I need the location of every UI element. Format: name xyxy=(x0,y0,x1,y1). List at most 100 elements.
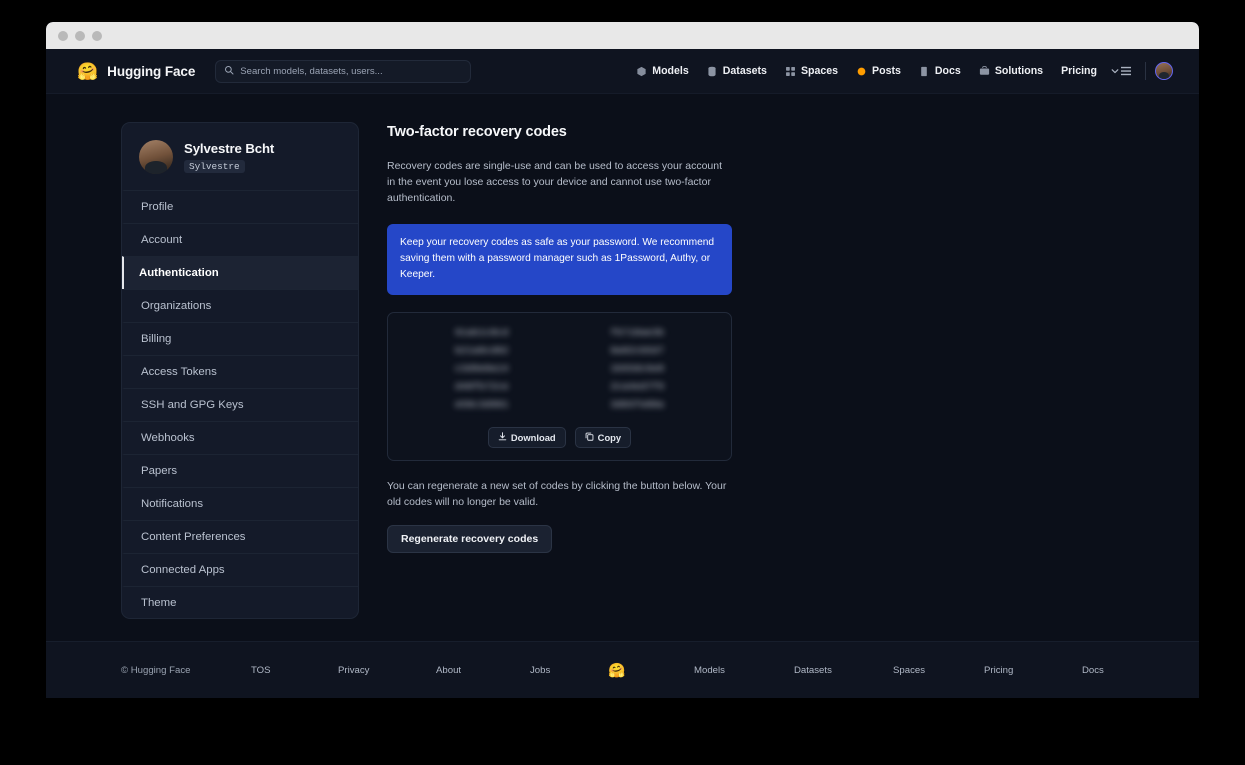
site-header: 🤗 Hugging Face M xyxy=(46,49,1199,94)
sidebar-label-organizations: Organizations xyxy=(141,300,211,312)
nav-label-models: Models xyxy=(652,65,689,77)
nav-label-solutions: Solutions xyxy=(995,65,1043,77)
nav-item-datasets[interactable]: Datasets xyxy=(698,61,776,81)
sidebar-item-organizations[interactable]: Organizations xyxy=(122,289,358,322)
sidebar-label-access-tokens: Access Tokens xyxy=(141,366,217,378)
nav-item-posts[interactable]: Posts xyxy=(847,61,910,81)
footer-link-jobs[interactable]: Jobs xyxy=(530,665,608,676)
user-avatar-button[interactable] xyxy=(1155,62,1173,80)
sidebar-item-authentication[interactable]: Authentication xyxy=(122,256,358,289)
sidebar-item-billing[interactable]: Billing xyxy=(122,322,358,355)
briefcase-icon xyxy=(979,66,990,77)
nav-label-spaces: Spaces xyxy=(801,65,838,77)
sidebar-label-notifications: Notifications xyxy=(141,498,203,510)
hugging-face-logo-icon[interactable]: 🤗 xyxy=(608,662,694,679)
recovery-codes-column-left: 91ab1c8cd b21a0cd82 c3d9e0a14 d40fb72ce … xyxy=(455,327,509,410)
sidebar-item-theme[interactable]: Theme xyxy=(122,586,358,619)
copy-label: Copy xyxy=(598,432,621,443)
recovery-code: b21a0cd82 xyxy=(455,345,509,356)
nav-divider xyxy=(1145,62,1146,80)
page-title: Two-factor recovery codes xyxy=(387,124,732,140)
avatar xyxy=(139,140,173,174)
sidebar-item-notifications[interactable]: Notifications xyxy=(122,487,358,520)
recovery-codes-column-right: f6710ae3b 0a82cb5d7 1b93dc6e8 2ca4ed7f9 … xyxy=(610,327,664,410)
brand-home-link[interactable]: 🤗 Hugging Face xyxy=(77,63,195,80)
footer-copyright: © Hugging Face xyxy=(121,665,251,676)
page-body: Sylvestre Bcht Sylvestre Profile Account… xyxy=(46,94,1199,654)
footer-link-spaces[interactable]: Spaces xyxy=(893,665,984,676)
sidebar-item-access-tokens[interactable]: Access Tokens xyxy=(122,355,358,388)
download-icon xyxy=(498,432,507,443)
search-input-wrapper[interactable] xyxy=(215,60,471,83)
window-titlebar xyxy=(46,22,1199,49)
profile-names: Sylvestre Bcht Sylvestre xyxy=(184,141,274,173)
nav-label-pricing: Pricing xyxy=(1061,65,1097,77)
copy-icon xyxy=(585,432,594,443)
footer-link-pricing[interactable]: Pricing xyxy=(984,665,1082,676)
regenerate-description: You can regenerate a new set of codes by… xyxy=(387,478,732,510)
brand-name: Hugging Face xyxy=(107,64,195,79)
footer-link-privacy[interactable]: Privacy xyxy=(338,665,436,676)
maximize-window-button[interactable] xyxy=(92,31,102,41)
nav-item-solutions[interactable]: Solutions xyxy=(970,61,1052,81)
recovery-code: 91ab1c8cd xyxy=(455,327,509,338)
footer-link-datasets[interactable]: Datasets xyxy=(794,665,893,676)
site-footer: © Hugging Face TOS Privacy About Jobs 🤗 … xyxy=(46,641,1199,698)
sidebar-label-papers: Papers xyxy=(141,465,177,477)
nav-overflow-menu-button[interactable] xyxy=(1106,63,1136,79)
nav-label-docs: Docs xyxy=(935,65,961,77)
sidebar-item-content-preferences[interactable]: Content Preferences xyxy=(122,520,358,553)
footer-link-docs[interactable]: Docs xyxy=(1082,665,1104,676)
sidebar-label-content-preferences: Content Preferences xyxy=(141,531,245,543)
sidebar-item-profile[interactable]: Profile xyxy=(122,190,358,223)
security-callout: Keep your recovery codes as safe as your… xyxy=(387,224,732,296)
download-codes-button[interactable]: Download xyxy=(488,427,566,448)
regenerate-recovery-codes-button[interactable]: Regenerate recovery codes xyxy=(387,525,552,553)
footer-link-about[interactable]: About xyxy=(436,665,530,676)
recovery-codes-description: Recovery codes are single-use and can be… xyxy=(387,158,732,207)
sidebar-label-profile: Profile xyxy=(141,201,173,213)
search-icon xyxy=(224,62,234,80)
nav-item-docs[interactable]: Docs xyxy=(910,61,970,81)
nav-item-models[interactable]: Models xyxy=(627,61,698,81)
minimize-window-button[interactable] xyxy=(75,31,85,41)
recovery-code: 2ca4ed7f9 xyxy=(610,381,664,392)
recovery-code: 1b93dc6e8 xyxy=(610,363,664,374)
grid-icon xyxy=(785,66,796,77)
main-content: Two-factor recovery codes Recovery codes… xyxy=(387,122,732,654)
recovery-code: d40fb72ce xyxy=(455,381,509,392)
search-input[interactable] xyxy=(240,66,462,77)
cube-icon xyxy=(636,66,647,77)
browser-window: 🤗 Hugging Face M xyxy=(46,22,1199,698)
database-icon xyxy=(707,66,718,77)
profile-display-name: Sylvestre Bcht xyxy=(184,141,274,156)
recovery-code: f6710ae3b xyxy=(610,327,664,338)
copy-codes-button[interactable]: Copy xyxy=(575,427,631,448)
chevron-down-icon xyxy=(1111,67,1119,75)
sidebar-item-ssh-and-gpg-keys[interactable]: SSH and GPG Keys xyxy=(122,388,358,421)
recovery-code: c3d9e0a14 xyxy=(455,363,509,374)
sidebar-profile-header[interactable]: Sylvestre Bcht Sylvestre xyxy=(122,123,358,190)
page-viewport: 🤗 Hugging Face M xyxy=(46,49,1199,698)
nav-item-pricing[interactable]: Pricing xyxy=(1052,61,1106,81)
sidebar-label-ssh-and-gpg-keys: SSH and GPG Keys xyxy=(141,399,244,411)
recovery-code: 0a82cb5d7 xyxy=(610,345,664,356)
footer-link-tos[interactable]: TOS xyxy=(251,665,338,676)
nav-label-posts: Posts xyxy=(872,65,901,77)
sidebar-item-webhooks[interactable]: Webhooks xyxy=(122,421,358,454)
hugging-face-logo-icon: 🤗 xyxy=(77,63,98,80)
sidebar-item-papers[interactable]: Papers xyxy=(122,454,358,487)
close-window-button[interactable] xyxy=(58,31,68,41)
sidebar-item-connected-apps[interactable]: Connected Apps xyxy=(122,553,358,586)
footer-link-models[interactable]: Models xyxy=(694,665,794,676)
list-icon xyxy=(1121,66,1131,76)
settings-sidebar: Sylvestre Bcht Sylvestre Profile Account… xyxy=(121,122,359,619)
recovery-codes-actions: Download Copy xyxy=(398,427,721,448)
profile-username-chip: Sylvestre xyxy=(184,160,245,173)
nav-label-datasets: Datasets xyxy=(723,65,767,77)
download-label: Download xyxy=(511,432,556,443)
recovery-codes-panel: 91ab1c8cd b21a0cd82 c3d9e0a14 d40fb72ce … xyxy=(387,312,732,461)
sidebar-item-account[interactable]: Account xyxy=(122,223,358,256)
nav-item-spaces[interactable]: Spaces xyxy=(776,61,847,81)
sidebar-label-connected-apps: Connected Apps xyxy=(141,564,225,576)
